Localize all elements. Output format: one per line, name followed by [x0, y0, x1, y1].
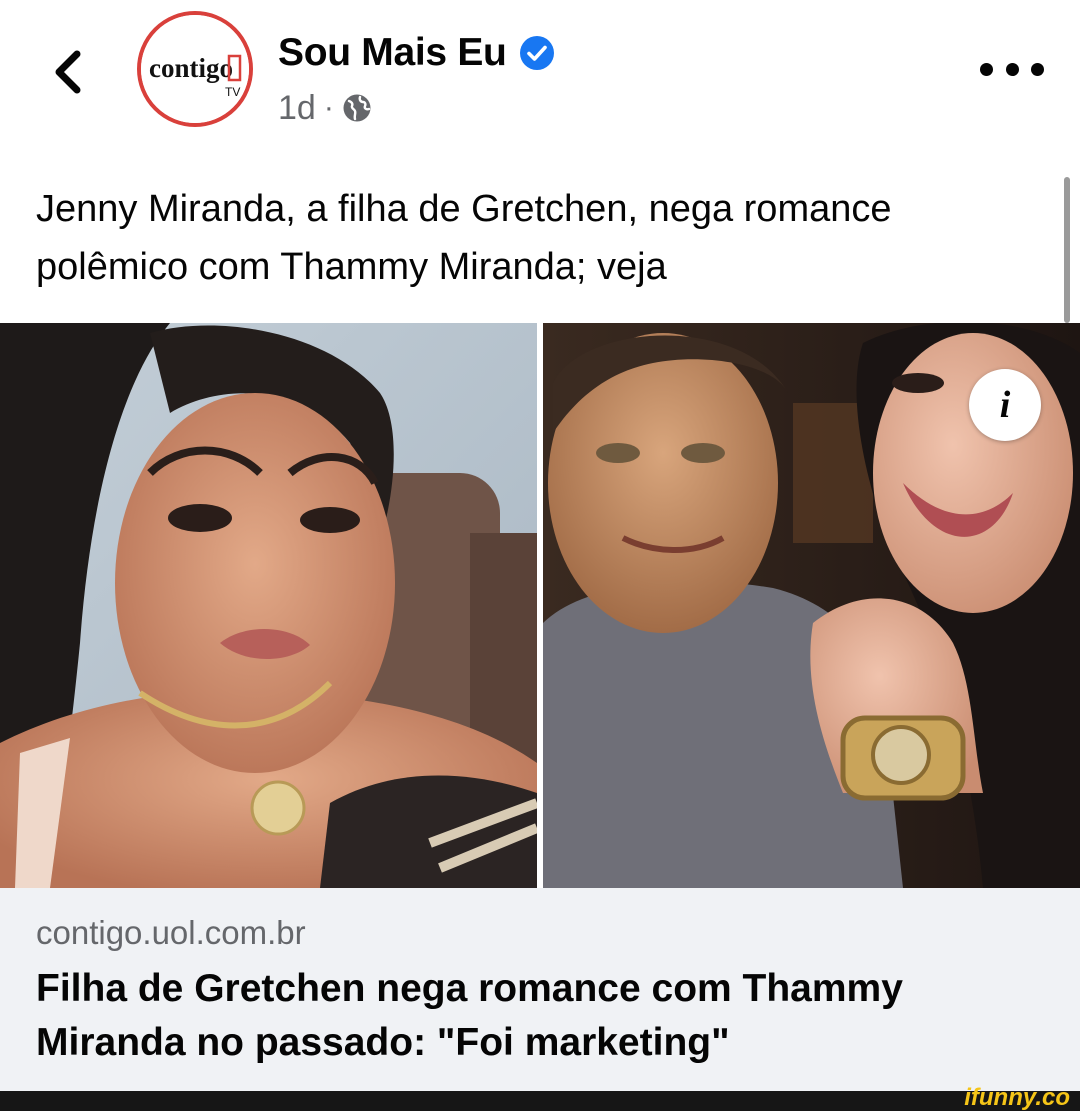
selfie-photo: [0, 323, 537, 888]
post-text: Jenny Miranda, a filha de Gretchen, nega…: [36, 180, 1046, 296]
back-button[interactable]: [40, 40, 96, 104]
contigo-tv-logo: contigo TV: [141, 15, 249, 123]
page-name-row: Sou Mais Eu: [278, 28, 555, 78]
info-icon: i: [999, 384, 1011, 426]
logo-sub: TV: [225, 85, 240, 99]
globe-icon: [343, 94, 371, 122]
ifunny-watermark: ifunny.co: [964, 1084, 1070, 1111]
more-options-button[interactable]: [980, 54, 1044, 84]
more-dot: [980, 62, 993, 76]
post-text-line: Jenny Miranda, a filha de Gretchen, nega…: [36, 188, 892, 230]
photo-left: [0, 323, 537, 888]
post-header: contigo TV Sou Mais Eu 1d ·: [0, 0, 1080, 160]
post-meta: 1d ·: [278, 84, 372, 132]
meta-separator: ·: [323, 91, 334, 124]
link-preview-card[interactable]: contigo.uol.com.br Filha de Gretchen neg…: [0, 888, 1080, 1091]
link-domain: contigo.uol.com.br: [36, 914, 306, 951]
verified-badge-icon: [519, 36, 554, 70]
post-timestamp[interactable]: 1d: [278, 89, 316, 128]
link-title-line: Miranda no passado: "Foi marketing": [36, 1021, 730, 1064]
link-title-line: Filha de Gretchen nega romance com Thamm…: [36, 967, 903, 1010]
scrollbar[interactable]: [1064, 177, 1070, 323]
more-dot: [1005, 62, 1019, 76]
info-button[interactable]: i: [969, 369, 1041, 441]
more-dot: [1031, 62, 1044, 76]
logo-wordmark: contigo: [149, 53, 233, 83]
page-name[interactable]: Sou Mais Eu: [278, 31, 507, 75]
watermark-bar: ifunny.co: [0, 1085, 1080, 1111]
link-title: Filha de Gretchen nega romance com Thamm…: [36, 962, 1036, 1070]
post-text-line: polêmico com Thammy Miranda; veja: [36, 246, 667, 288]
chevron-left-icon: [55, 50, 81, 94]
link-preview-image[interactable]: [0, 323, 1080, 888]
page-avatar[interactable]: contigo TV: [137, 11, 253, 127]
